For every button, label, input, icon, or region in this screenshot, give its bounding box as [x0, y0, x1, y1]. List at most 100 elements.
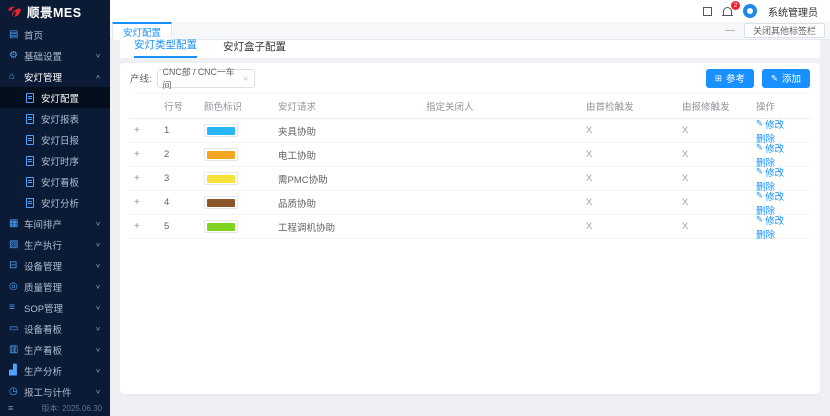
collapse-sidebar-icon[interactable]: ≡	[8, 403, 13, 413]
chevron-icon: ∨	[95, 220, 101, 227]
document-icon	[26, 198, 34, 208]
cell-first-check: X	[586, 173, 682, 184]
sidebar-subitem-安灯配置[interactable]: 安灯配置	[0, 87, 110, 108]
cell-first-check: X	[586, 125, 682, 136]
avatar[interactable]	[743, 4, 757, 18]
sidebar-item-label: 安灯时序	[41, 154, 79, 168]
edit-link[interactable]: ✎修改	[756, 189, 784, 203]
sidebar-item-设备管理[interactable]: ⊟设备管理∨	[0, 255, 110, 276]
reference-button[interactable]: ⊞ 参考	[706, 69, 754, 88]
delete-link[interactable]: 删除	[756, 227, 775, 241]
sidebar-item-基础设置[interactable]: ⚙基础设置∨	[0, 45, 110, 66]
cell-line-no: 2	[164, 149, 204, 160]
sidebar-item-首页[interactable]: ▤首页	[0, 24, 110, 45]
edit-link[interactable]: ✎修改	[756, 141, 784, 155]
fullscreen-icon[interactable]	[703, 7, 712, 16]
table-body: +1夹具协助XX✎修改删除+2电工协助XX✎修改删除+3需PMC协助XX✎修改删…	[130, 119, 810, 239]
sidebar-item-label: 安灯管理	[24, 70, 62, 84]
sidebar-subitem-安灯日报[interactable]: 安灯日报	[0, 129, 110, 150]
expand-row-button[interactable]: +	[130, 173, 140, 184]
sidebar-item-SOP管理[interactable]: ≡SOP管理∨	[0, 297, 110, 318]
expand-row-button[interactable]: +	[130, 125, 140, 136]
chevron-down-icon: ∨	[243, 74, 249, 81]
sidebar-item-质量管理[interactable]: ◎质量管理∨	[0, 276, 110, 297]
sidebar-subitem-安灯看板[interactable]: 安灯看板	[0, 171, 110, 192]
expand-row-button[interactable]: +	[130, 221, 140, 232]
color-swatch	[204, 172, 238, 185]
sidebar-menu: ▤首页⚙基础设置∨⌂安灯管理∧安灯配置安灯报表安灯日报安灯时序安灯看板安灯分析▦…	[0, 22, 110, 400]
tab-strip-controls: — 关闭其他标签栏	[725, 23, 830, 38]
workshop-scheduling-icon: ▦	[9, 218, 24, 229]
sidebar-subitem-安灯分析[interactable]: 安灯分析	[0, 192, 110, 213]
sidebar-subitem-安灯时序[interactable]: 安灯时序	[0, 150, 110, 171]
col-line-no: 行号	[164, 99, 204, 113]
home-icon: ▤	[9, 29, 24, 40]
sidebar-subitem-安灯报表[interactable]: 安灯报表	[0, 108, 110, 129]
sidebar-item-label: 设备看板	[24, 322, 62, 336]
cell-repair: X	[682, 221, 756, 232]
document-icon	[26, 93, 34, 103]
sidebar-footer: ≡ 版本: 2025.06.30	[0, 400, 110, 416]
chevron-icon: ∨	[95, 52, 101, 59]
user-name[interactable]: 系统管理员	[768, 4, 818, 19]
cell-request: 品质协助	[278, 196, 426, 210]
close-other-tabs-button[interactable]: 关闭其他标签栏	[744, 23, 825, 38]
sidebar-item-label: 安灯日报	[41, 133, 79, 147]
table-row: +4品质协助XX✎修改删除	[130, 191, 810, 215]
cell-first-check: X	[586, 197, 682, 208]
expand-row-button[interactable]: +	[130, 149, 140, 160]
equipment-management-icon: ⊟	[9, 260, 24, 271]
cell-line-no: 1	[164, 125, 204, 136]
sidebar-item-label: 安灯分析	[41, 196, 79, 210]
chevron-icon: ∧	[95, 73, 101, 80]
edit-link-label: 修改	[765, 165, 784, 179]
edit-link[interactable]: ✎修改	[756, 117, 784, 131]
color-swatch	[204, 148, 238, 161]
edit-link[interactable]: ✎修改	[756, 165, 784, 179]
edit-link-label: 修改	[765, 189, 784, 203]
expand-row-button[interactable]: +	[130, 197, 140, 208]
sidebar-item-label: 质量管理	[24, 280, 62, 294]
reference-button-label: 参考	[726, 71, 745, 85]
main-content: 安灯类型配置 安灯盒子配置 产线: CNC部 / CNC一车间 ∨ ⊞ 参考 ✎…	[110, 40, 830, 416]
cell-line-no: 4	[164, 197, 204, 208]
sop-management-icon: ≡	[9, 302, 24, 313]
add-button[interactable]: ✎ 添加	[762, 69, 810, 88]
production-execution-icon: ▧	[9, 239, 24, 250]
cell-repair: X	[682, 125, 756, 136]
cell-first-check: X	[586, 221, 682, 232]
notifications-button[interactable]: 2	[723, 7, 732, 15]
add-button-label: 添加	[782, 71, 801, 85]
edit-icon: ✎	[756, 190, 763, 201]
cell-line-no: 5	[164, 221, 204, 232]
production-line-select[interactable]: CNC部 / CNC一车间 ∨	[157, 69, 255, 88]
sidebar-item-label: 安灯报表	[41, 112, 79, 126]
edit-icon: ✎	[756, 118, 763, 129]
edit-link[interactable]: ✎修改	[756, 213, 784, 227]
sidebar-item-报工与计件[interactable]: ◷报工与计件∨	[0, 381, 110, 400]
tab-andon-box-config[interactable]: 安灯盒子配置	[223, 39, 286, 58]
sidebar-item-label: 首页	[24, 28, 43, 42]
table-row: +2电工协助XX✎修改删除	[130, 143, 810, 167]
document-icon	[26, 114, 34, 124]
table-row: +5工程调机协助XX✎修改删除	[130, 215, 810, 239]
cell-request: 夹具协助	[278, 124, 426, 138]
toolbar: 产线: CNC部 / CNC一车间 ∨ ⊞ 参考 ✎ 添加	[130, 63, 810, 94]
collapse-tabs-icon[interactable]: —	[725, 25, 735, 36]
config-tabs: 安灯类型配置 安灯盒子配置	[120, 40, 820, 59]
chevron-icon: ∨	[95, 388, 101, 395]
sidebar-item-设备看板[interactable]: ▭设备看板∨	[0, 318, 110, 339]
sidebar-item-生产分析[interactable]: ▟生产分析∨	[0, 360, 110, 381]
sidebar-item-label: 生产执行	[24, 238, 62, 252]
table-row: +1夹具协助XX✎修改删除	[130, 119, 810, 143]
production-line-value: CNC部 / CNC一车间	[163, 65, 243, 91]
sidebar-item-安灯管理[interactable]: ⌂安灯管理∧	[0, 66, 110, 87]
sidebar-item-生产执行[interactable]: ▧生产执行∨	[0, 234, 110, 255]
document-icon	[26, 177, 34, 187]
tab-andon-type-config[interactable]: 安灯类型配置	[134, 37, 197, 58]
cell-first-check: X	[586, 149, 682, 160]
sidebar-item-车间排产[interactable]: ▦车间排产∨	[0, 213, 110, 234]
sidebar-item-label: 设备管理	[24, 259, 62, 273]
sidebar-item-生产看板[interactable]: ▥生产看板∨	[0, 339, 110, 360]
reference-icon: ⊞	[715, 73, 722, 84]
